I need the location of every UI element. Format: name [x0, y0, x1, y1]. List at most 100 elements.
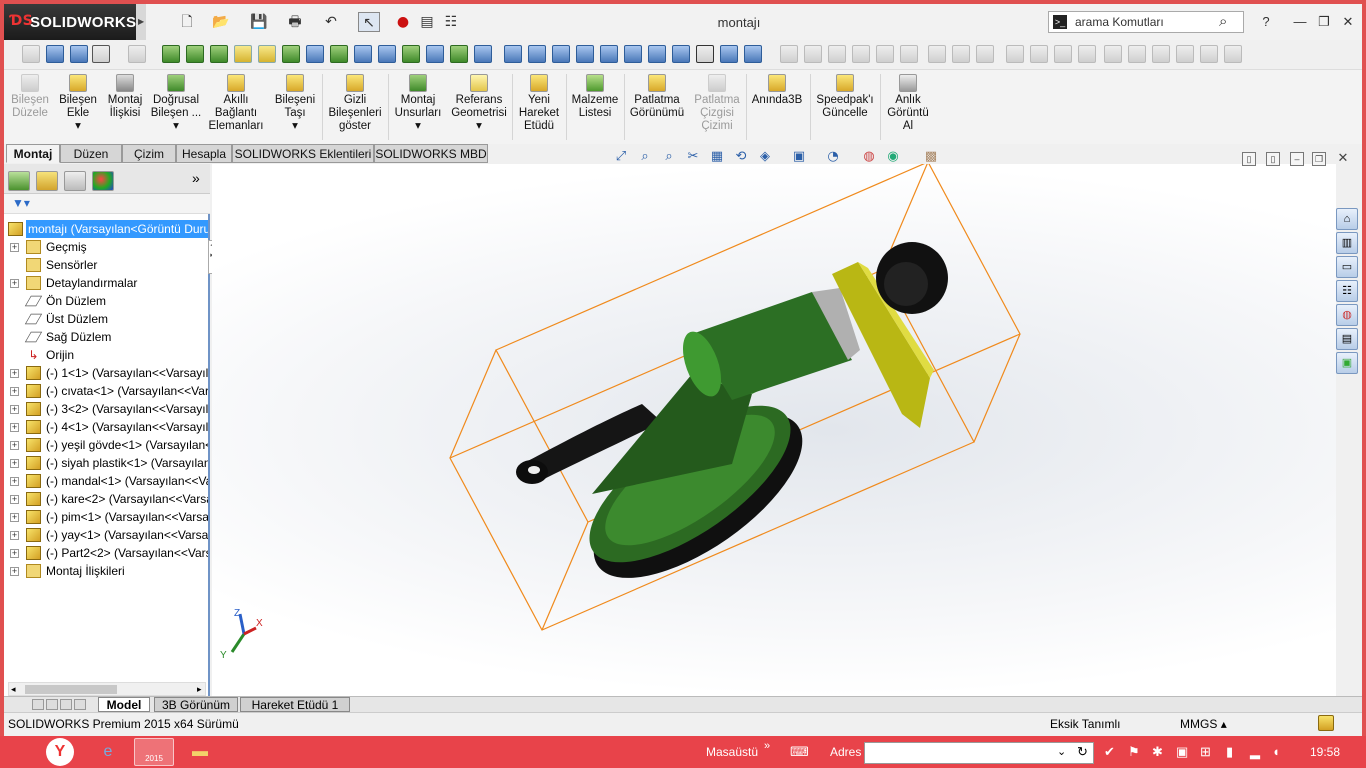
tree-item[interactable]: Sensörler: [4, 256, 208, 274]
take-snapshot-button[interactable]: Anlık Görüntü Al: [882, 74, 934, 133]
prev-tab-nav[interactable]: [46, 699, 58, 710]
mate-tool-icon-1[interactable]: [162, 45, 180, 63]
custom-properties-icon[interactable]: ▤: [1336, 328, 1358, 350]
select-icon[interactable]: [92, 45, 110, 63]
previous-view-icon[interactable]: ⌕: [660, 148, 678, 166]
graphics-viewport[interactable]: Z Y X: [212, 161, 1336, 696]
instant3d-button[interactable]: Anında3B: [748, 74, 806, 107]
tree-item[interactable]: ↳ Orijin: [4, 346, 208, 364]
sketch-tool-icon-6[interactable]: [624, 45, 642, 63]
mate-tool-icon-11[interactable]: [402, 45, 420, 63]
sketch-tool-icon-2[interactable]: [528, 45, 546, 63]
tree-item[interactable]: + (-) yeşil gövde<1> (Varsayılan<<: [4, 436, 208, 454]
explode-line-sketch-button[interactable]: Patlatma Çizgisi Çizimi: [690, 74, 744, 133]
select-arrow-icon[interactable]: ↖: [358, 12, 380, 32]
search-input[interactable]: arama Komutları: [1075, 15, 1164, 29]
property-manager-tab-icon[interactable]: [36, 171, 58, 191]
sketch-tool-icon-4[interactable]: [576, 45, 594, 63]
mate-tool-icon-13[interactable]: [450, 45, 468, 63]
viewport-minimize-icon[interactable]: –: [1290, 152, 1304, 166]
hide-show-items-icon[interactable]: ◔: [824, 148, 842, 166]
file-explorer-taskbar-icon[interactable]: ▬: [180, 738, 220, 766]
expand-toggle-icon[interactable]: +: [10, 441, 19, 450]
tree-item[interactable]: Ön Düzlem: [4, 292, 208, 310]
tray-windows-icon[interactable]: ⊞: [1200, 744, 1211, 760]
sketch-tool-icon-3[interactable]: [552, 45, 570, 63]
zoom-to-area-icon[interactable]: ⌕: [636, 148, 654, 166]
tray-solidworks-icon[interactable]: ▣: [1176, 744, 1188, 760]
tree-item[interactable]: + Montaj İlişkileri: [4, 562, 208, 580]
minimize-button[interactable]: —: [1290, 12, 1310, 32]
disabled-tool-icon-12[interactable]: [1054, 45, 1072, 63]
mate-tool-icon-6[interactable]: [282, 45, 300, 63]
tree-item[interactable]: + (-) siyah plastik<1> (Varsayılan<<: [4, 454, 208, 472]
disabled-tool-icon-15[interactable]: [1128, 45, 1146, 63]
mate-tool-icon-14[interactable]: [474, 45, 492, 63]
tree-item[interactable]: + (-) 3<2> (Varsayılan<<Varsayılan>: [4, 400, 208, 418]
internet-explorer-icon[interactable]: e: [88, 738, 128, 766]
expand-toggle-icon[interactable]: +: [10, 279, 19, 288]
disabled-tool-icon-8[interactable]: [952, 45, 970, 63]
rebuild-icon[interactable]: ●: [392, 12, 414, 32]
apply-scene-icon[interactable]: ◉: [884, 148, 902, 166]
volume-icon[interactable]: ◖: [1272, 744, 1280, 759]
expand-panel-icon[interactable]: »: [192, 170, 200, 186]
solidworks-taskbar-icon[interactable]: 2015: [134, 738, 174, 766]
expand-toggle-icon[interactable]: +: [10, 513, 19, 522]
help-icon[interactable]: ?: [1256, 12, 1276, 32]
next-tab-nav[interactable]: [60, 699, 72, 710]
tree-item[interactable]: + (-) pim<1> (Varsayılan<<Varsayılan>: [4, 508, 208, 526]
address-dropdown-icon[interactable]: ⌄: [1057, 745, 1066, 758]
section-view-icon[interactable]: ✂: [684, 148, 702, 166]
undo-icon[interactable]: ↶: [320, 12, 342, 32]
filter-icon[interactable]: [22, 45, 40, 63]
sketch-tool-icon-10[interactable]: [720, 45, 738, 63]
mate-tool-icon-7[interactable]: [306, 45, 324, 63]
expand-toggle-icon[interactable]: +: [10, 243, 19, 252]
view-orientation-icon[interactable]: ◈: [756, 148, 774, 166]
keyboard-icon[interactable]: ⌨: [790, 744, 809, 760]
disabled-tool-icon-11[interactable]: [1030, 45, 1048, 63]
tree-item[interactable]: Üst Düzlem: [4, 310, 208, 328]
update-speedpak-button[interactable]: Speedpak'ı Güncelle: [812, 74, 878, 120]
view-settings-icon[interactable]: ▩: [922, 148, 940, 166]
mate-tool-icon-2[interactable]: [186, 45, 204, 63]
tab-solidworks-addins[interactable]: SOLIDWORKS Eklentileri: [232, 144, 374, 163]
design-library-icon[interactable]: ▥: [1336, 232, 1358, 254]
file-explorer-icon[interactable]: ▭: [1336, 256, 1358, 278]
disabled-tool-icon-17[interactable]: [1176, 45, 1194, 63]
sketch-tool-icon-7[interactable]: [648, 45, 666, 63]
edit-appearance-icon[interactable]: ◍: [860, 148, 878, 166]
filter-faces-icon[interactable]: [46, 45, 64, 63]
tree-item[interactable]: + (-) cıvata<1> (Varsayılan<<Varsayılan>: [4, 382, 208, 400]
tab-layout[interactable]: Düzen: [60, 144, 122, 163]
view-palette-icon[interactable]: ☷: [1336, 280, 1358, 302]
dynamic-annotation-icon[interactable]: ▦: [708, 148, 726, 166]
filter-funnel-icon[interactable]: ▼▾: [12, 196, 30, 210]
battery-icon[interactable]: ▮: [1226, 744, 1233, 760]
sketch-tool-icon-5[interactable]: [600, 45, 618, 63]
select-other-icon[interactable]: [128, 45, 146, 63]
expand-toggle-icon[interactable]: +: [10, 459, 19, 468]
new-motion-study-button[interactable]: Yeni Hareket Etüdü: [514, 74, 564, 133]
display-style-icon[interactable]: ▣: [790, 148, 808, 166]
maximize-button[interactable]: ❐: [1314, 12, 1334, 32]
tray-network-icon[interactable]: ✱: [1152, 744, 1163, 760]
expand-toggle-icon[interactable]: +: [10, 369, 19, 378]
tree-item[interactable]: + (-) 4<1> (Varsayılan<<Varsayılan>: [4, 418, 208, 436]
tree-item[interactable]: Sağ Düzlem: [4, 328, 208, 346]
disabled-tool-icon-4[interactable]: [852, 45, 870, 63]
exploded-view-button[interactable]: Patlatma Görünümü: [626, 74, 688, 120]
solidworks-logo[interactable]: ƊS SOLIDWORKS: [4, 4, 136, 40]
smart-fasteners-button[interactable]: Akıllı Bağlantı Elemanları: [204, 74, 268, 133]
disabled-tool-icon-7[interactable]: [928, 45, 946, 63]
tree-root-assembly[interactable]: montajı (Varsayılan<Görüntü Durumu-1>): [4, 220, 210, 238]
disabled-tool-icon-6[interactable]: [900, 45, 918, 63]
tab-3d-view[interactable]: 3B Görünüm: [154, 697, 238, 712]
tree-horizontal-scrollbar[interactable]: ◂ ▸: [8, 682, 206, 696]
refresh-icon[interactable]: ↻: [1077, 744, 1088, 760]
disabled-tool-icon-2[interactable]: [804, 45, 822, 63]
search-box[interactable]: >_ arama Komutları ⌕: [1048, 11, 1244, 33]
sketch-tool-icon-1[interactable]: [504, 45, 522, 63]
scroll-left-icon[interactable]: ◂: [11, 684, 16, 695]
